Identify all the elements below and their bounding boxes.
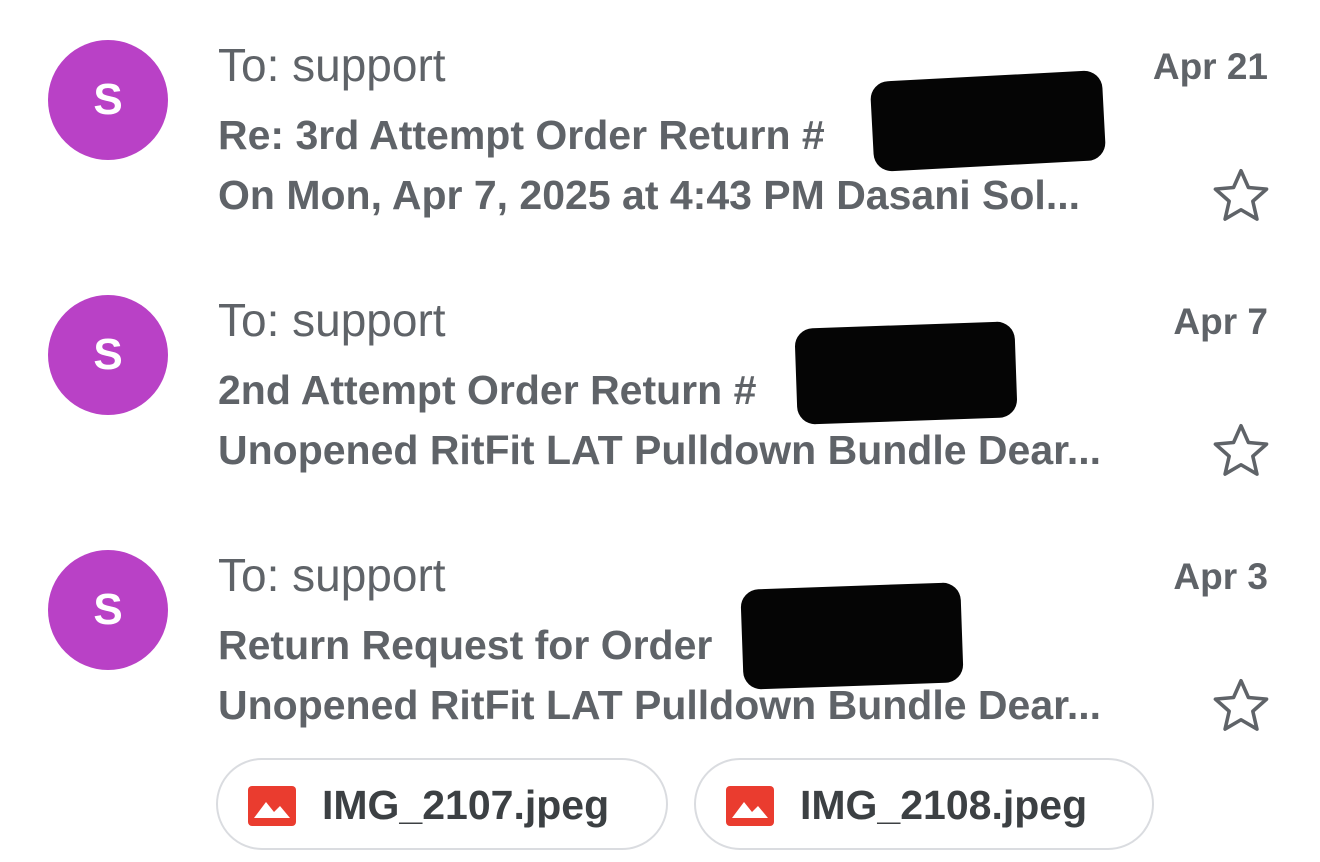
email-date: Apr 3 bbox=[1173, 556, 1268, 597]
email-date: Apr 21 bbox=[1152, 46, 1268, 87]
email-row[interactable]: S To: support Apr 3 Return Request for O… bbox=[0, 510, 1320, 750]
email-date: Apr 7 bbox=[1173, 301, 1268, 342]
email-list: S To: support Apr 21 Re: 3rd Attempt Ord… bbox=[0, 0, 1320, 862]
redaction-mark bbox=[740, 582, 964, 690]
attachment-chip[interactable]: IMG_2107.jpeg bbox=[216, 758, 668, 850]
star-icon[interactable] bbox=[1208, 673, 1274, 739]
email-subject: Return Request for Order bbox=[218, 622, 713, 668]
sender-avatar[interactable]: S bbox=[48, 550, 168, 670]
attachment-chips: IMG_2107.jpeg IMG_2108.jpeg bbox=[216, 758, 1216, 854]
image-file-icon bbox=[726, 786, 774, 826]
recipient-label: To: support bbox=[218, 549, 446, 601]
email-row[interactable]: S To: support Apr 7 2nd Attempt Order Re… bbox=[0, 255, 1320, 495]
attachment-name: IMG_2107.jpeg bbox=[322, 782, 610, 828]
image-file-icon bbox=[248, 786, 296, 826]
attachment-chip[interactable]: IMG_2108.jpeg bbox=[694, 758, 1154, 850]
sender-avatar[interactable]: S bbox=[48, 40, 168, 160]
email-subject: 2nd Attempt Order Return # bbox=[218, 367, 757, 413]
sender-avatar[interactable]: S bbox=[48, 295, 168, 415]
star-icon[interactable] bbox=[1208, 163, 1274, 229]
star-icon[interactable] bbox=[1208, 418, 1274, 484]
recipient-label: To: support bbox=[218, 39, 446, 91]
redaction-mark bbox=[794, 321, 1018, 425]
redaction-mark bbox=[869, 69, 1107, 173]
attachment-name: IMG_2108.jpeg bbox=[800, 782, 1088, 828]
email-snippet: Unopened RitFit LAT Pulldown Bundle Dear… bbox=[218, 682, 1102, 728]
email-snippet: On Mon, Apr 7, 2025 at 4:43 PM Dasani So… bbox=[218, 172, 1081, 218]
email-snippet: Unopened RitFit LAT Pulldown Bundle Dear… bbox=[218, 427, 1102, 473]
email-row[interactable]: S To: support Apr 21 Re: 3rd Attempt Ord… bbox=[0, 0, 1320, 240]
recipient-label: To: support bbox=[218, 294, 446, 346]
email-subject: Re: 3rd Attempt Order Return # bbox=[218, 112, 825, 158]
